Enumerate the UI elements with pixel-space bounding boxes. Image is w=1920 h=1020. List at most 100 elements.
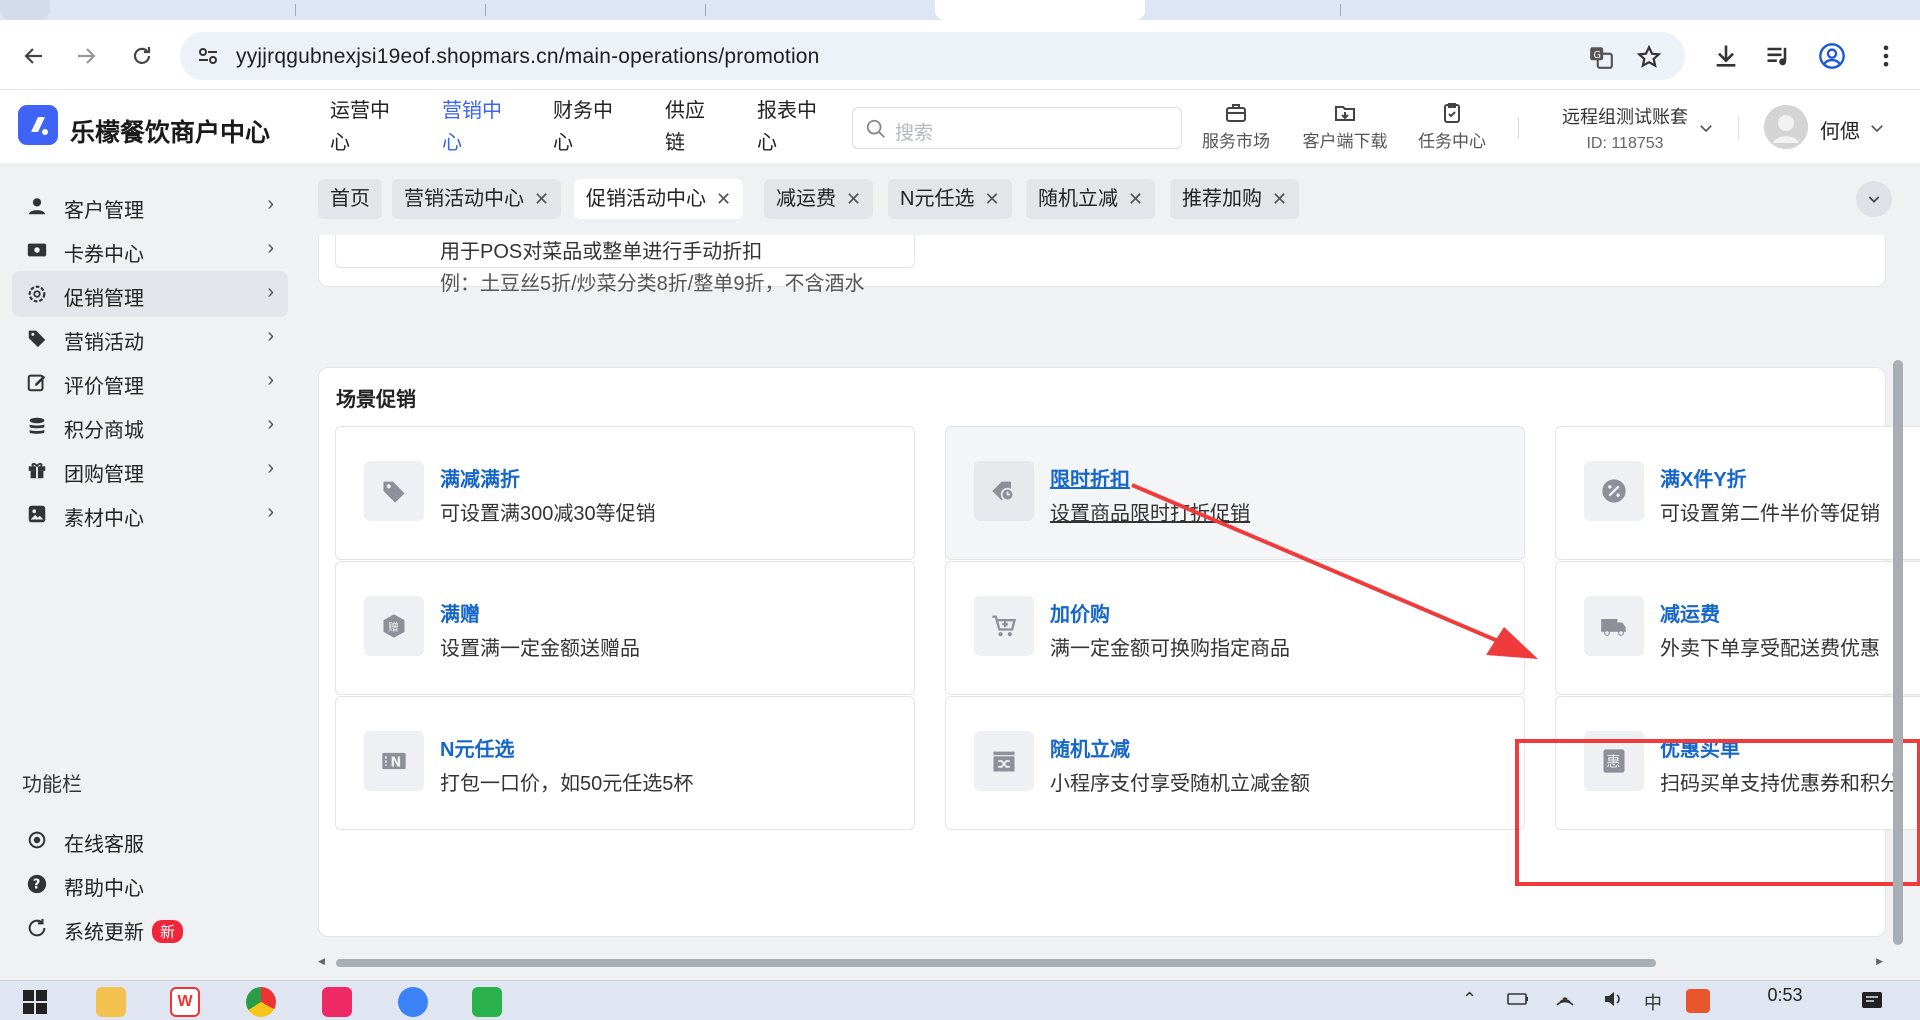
help-icon: ? xyxy=(27,874,47,894)
translate-icon[interactable]: G xyxy=(1588,44,1614,70)
search-app-icon[interactable] xyxy=(398,987,428,1017)
tab-separator xyxy=(485,4,486,16)
wechat-icon[interactable] xyxy=(472,987,502,1017)
tab-home[interactable]: 首页 xyxy=(318,179,382,219)
nav-supply-chain[interactable]: 供应链 xyxy=(665,95,745,159)
tab-reduce-shipping[interactable]: 减运费 ✕ xyxy=(764,179,874,219)
sidebar-item-help[interactable]: ? 帮助中心 xyxy=(12,861,288,907)
refresh-icon xyxy=(28,918,46,937)
sidebar-item-promotion[interactable]: 促销管理 › xyxy=(12,271,288,317)
sidebar-item-group-buy[interactable]: 团购管理 › xyxy=(12,447,288,493)
nav-finance[interactable]: 财务中心 xyxy=(553,95,633,159)
scroll-left-icon[interactable]: ◀ xyxy=(318,956,325,967)
edit-icon xyxy=(27,374,46,392)
nav-reports[interactable]: 报表中心 xyxy=(757,95,837,159)
chevron-down-icon[interactable] xyxy=(1868,119,1886,137)
annotation-arrow-head xyxy=(1486,627,1538,659)
tab-recommend-addon[interactable]: 推荐加购 ✕ xyxy=(1170,179,1300,219)
search-placeholder: 搜索 xyxy=(895,123,934,144)
close-icon[interactable]: ✕ xyxy=(846,189,861,209)
scroll-right-icon[interactable]: ▶ xyxy=(1876,956,1883,967)
vertical-scrollbar[interactable] xyxy=(1893,360,1903,945)
close-icon[interactable]: ✕ xyxy=(1128,189,1143,209)
close-icon[interactable]: ✕ xyxy=(984,189,999,209)
wps-icon[interactable]: W xyxy=(170,987,200,1017)
file-explorer-icon[interactable] xyxy=(96,987,126,1017)
sogou-ime-icon[interactable] xyxy=(1686,989,1710,1013)
sidebar-item-coupons[interactable]: 卡券中心 › xyxy=(12,227,288,273)
windows-start-icon[interactable] xyxy=(20,987,50,1017)
sidebar-item-reviews[interactable]: 评价管理 › xyxy=(12,359,288,405)
sidebar-item-online-service[interactable]: 在线客服 xyxy=(12,817,288,863)
svg-text:G: G xyxy=(1593,50,1601,61)
profile-icon[interactable] xyxy=(1818,42,1846,70)
notification-icon[interactable] xyxy=(1860,989,1886,1013)
search-input[interactable]: 搜索 xyxy=(852,107,1182,149)
chevron-down-icon[interactable] xyxy=(1697,119,1715,137)
close-icon[interactable]: ✕ xyxy=(716,189,731,209)
tab-promotion-center[interactable]: 促销活动中心 ✕ xyxy=(574,179,744,219)
tabs-dropdown-button[interactable] xyxy=(1856,181,1892,217)
wifi-icon[interactable] xyxy=(1554,989,1576,1009)
client-download-button[interactable]: 客户端下载 xyxy=(1300,101,1390,152)
user-name[interactable]: 何偲 xyxy=(1820,115,1860,144)
star-icon[interactable] xyxy=(1636,44,1662,70)
scrollbar-thumb[interactable] xyxy=(336,959,1656,967)
user-avatar-icon xyxy=(1764,105,1808,149)
horizontal-scrollbar[interactable]: ◀ ▶ xyxy=(318,956,1883,969)
brand-logo[interactable] xyxy=(18,105,58,145)
coins-icon xyxy=(29,417,45,434)
chevron-down-icon xyxy=(1868,196,1880,203)
forward-button[interactable] xyxy=(72,44,100,72)
tab-n-yuan[interactable]: N元任选 ✕ xyxy=(888,179,1012,219)
battery-icon[interactable] xyxy=(1506,989,1530,1009)
tab-marketing-center[interactable]: 营销活动中心 ✕ xyxy=(392,179,562,219)
tab-separator xyxy=(705,4,706,16)
browser-tab[interactable] xyxy=(0,0,50,20)
browser-tab-active[interactable] xyxy=(935,0,1145,20)
ime-indicator[interactable]: 中 xyxy=(1644,989,1662,1015)
media-icon[interactable] xyxy=(1764,42,1792,70)
annotation-highlight-box xyxy=(1515,739,1920,886)
task-center-button[interactable]: 任务中心 xyxy=(1407,101,1497,152)
avatar[interactable] xyxy=(1764,105,1808,149)
chrome-icon[interactable] xyxy=(246,987,276,1017)
address-bar[interactable]: yyjjrqgubnexjsi19eof.shopmars.cn/main-op… xyxy=(180,32,1685,80)
browser-tabs-inactive[interactable] xyxy=(60,0,930,20)
close-icon[interactable]: ✕ xyxy=(1272,189,1287,209)
header-divider xyxy=(1738,117,1739,139)
account-switcher[interactable]: 远程组测试账套 ID: 118753 xyxy=(1550,103,1700,153)
chevron-right-icon: › xyxy=(267,457,274,479)
nav-operations[interactable]: 运营中心 xyxy=(330,95,410,159)
taskbar-clock[interactable]: 0:53 xyxy=(1740,985,1830,1006)
new-badge: 新 xyxy=(152,920,184,943)
reload-button[interactable] xyxy=(128,44,156,72)
briefcase-icon xyxy=(1226,104,1246,122)
media-app-icon[interactable] xyxy=(322,987,352,1017)
url-text[interactable]: yyjjrqgubnexjsi19eof.shopmars.cn/main-op… xyxy=(236,45,820,69)
download-icon[interactable] xyxy=(1712,42,1740,70)
sidebar-item-points-mall[interactable]: 积分商城 › xyxy=(12,403,288,449)
service-market-button[interactable]: 服务市场 xyxy=(1191,101,1281,152)
more-menu-icon[interactable] xyxy=(1872,42,1900,70)
annotation-arrow-line xyxy=(1131,483,1513,649)
header-divider xyxy=(1518,117,1519,139)
sidebar-item-system-update[interactable]: 系统更新新 xyxy=(12,905,288,951)
sidebar-item-marketing[interactable]: 营销活动 › xyxy=(12,315,288,361)
browser-tab-strip xyxy=(0,0,1920,20)
sidebar-item-materials[interactable]: 素材中心 › xyxy=(12,491,288,537)
chevron-right-icon: › xyxy=(267,281,274,303)
back-button[interactable] xyxy=(20,44,48,72)
nav-marketing[interactable]: 营销中心 xyxy=(442,95,522,159)
close-icon[interactable]: ✕ xyxy=(534,189,549,209)
gear-icon xyxy=(28,285,46,303)
site-info-icon[interactable] xyxy=(196,44,220,68)
user-icon xyxy=(28,198,46,215)
gift-icon xyxy=(28,462,46,479)
volume-icon[interactable] xyxy=(1602,989,1624,1009)
sidebar-item-customer[interactable]: 客户管理 › xyxy=(12,183,288,229)
chevron-right-icon: › xyxy=(267,413,274,435)
folder-download-icon xyxy=(1335,106,1355,121)
chevron-up-icon[interactable]: ⌃ xyxy=(1462,989,1477,1010)
tab-random-discount[interactable]: 随机立减 ✕ xyxy=(1026,179,1156,219)
